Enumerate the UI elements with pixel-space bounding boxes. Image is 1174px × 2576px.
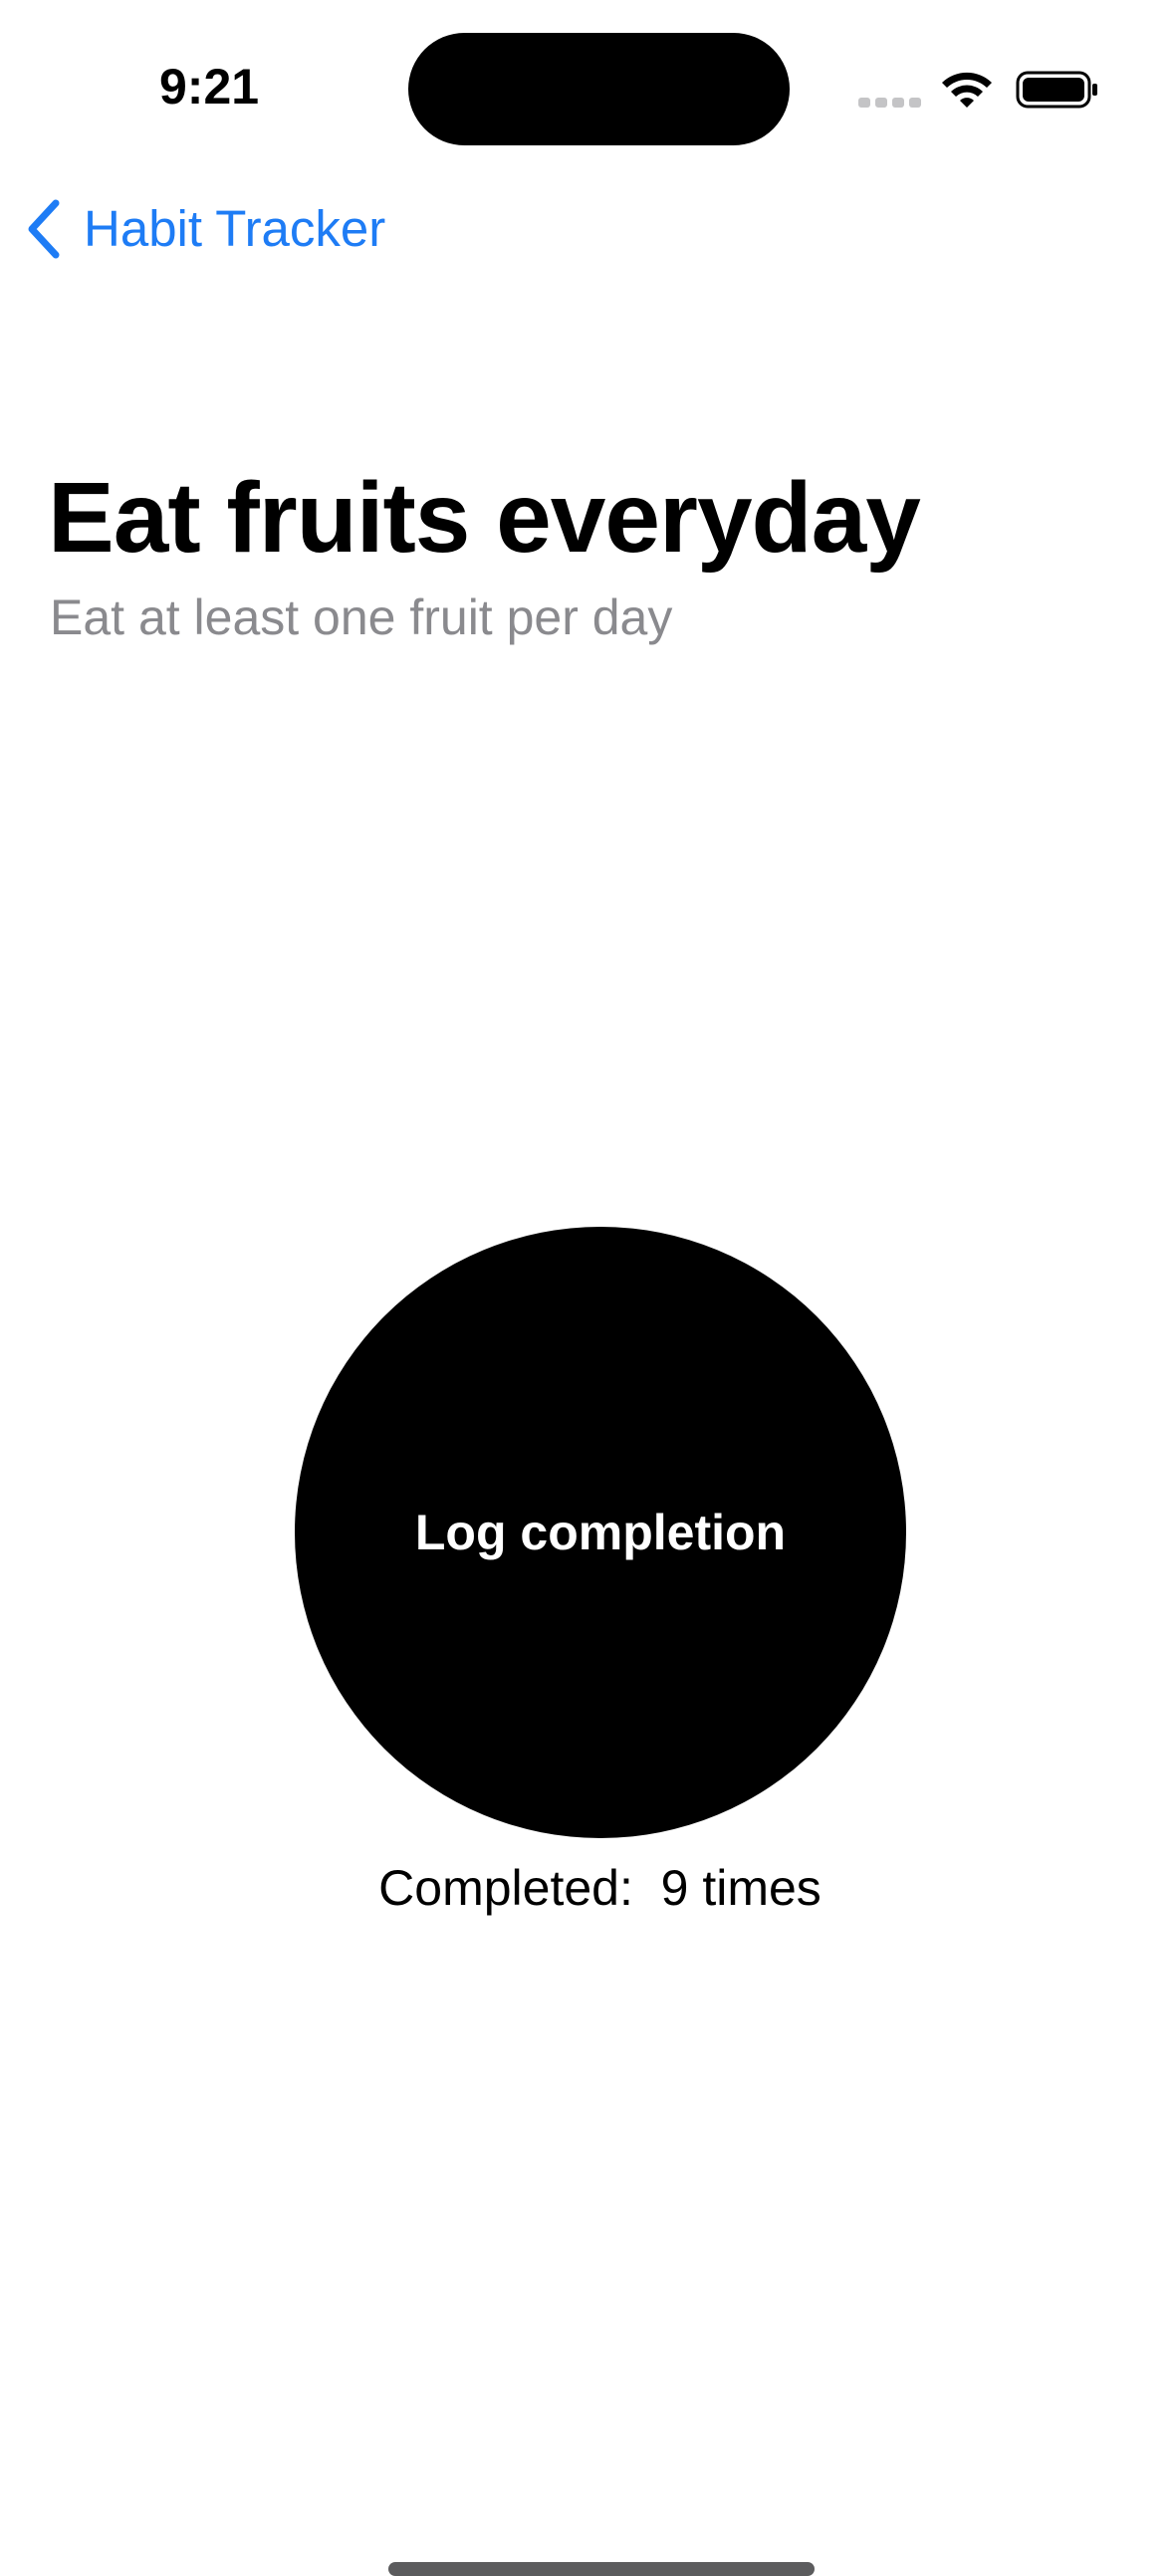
wifi-icon <box>942 72 992 108</box>
home-indicator[interactable] <box>388 2562 815 2576</box>
dynamic-island <box>408 33 790 145</box>
log-completion-button[interactable]: Log completion <box>295 1227 906 1838</box>
log-completion-label: Log completion <box>414 1505 787 1560</box>
chevron-left-icon <box>28 199 60 259</box>
habit-title: Eat fruits everyday <box>48 462 921 574</box>
back-button-label: Habit Tracker <box>84 200 386 257</box>
status-bar-time: 9:21 <box>159 59 260 115</box>
habit-description: Eat at least one fruit per day <box>50 589 673 645</box>
cellular-signal-icon <box>858 96 922 110</box>
completion-count: Completed: 9 times <box>378 1860 822 1916</box>
battery-icon <box>1016 71 1097 109</box>
back-button[interactable]: Habit Tracker <box>26 194 385 264</box>
